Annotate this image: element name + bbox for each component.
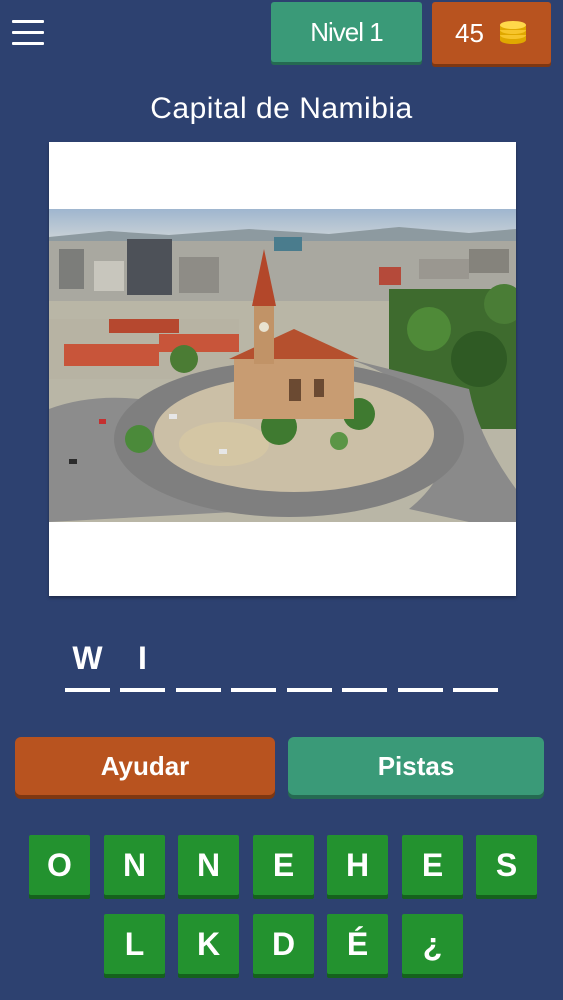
answer-slot (65, 688, 110, 692)
hamburger-menu-icon (12, 20, 44, 23)
answer-slot (287, 688, 332, 692)
answer-slot-letter[interactable]: I (120, 640, 165, 677)
coins-stack-icon (499, 21, 526, 44)
answer-slot (342, 688, 387, 692)
coins-badge[interactable]: 45 (432, 2, 551, 64)
coins-count: 45 (455, 17, 484, 48)
letter-key[interactable]: S (476, 835, 537, 895)
help-button[interactable]: Ayudar (15, 737, 275, 795)
answer-slot-letter[interactable]: W (65, 640, 110, 677)
letter-key[interactable]: K (178, 914, 239, 974)
answer-slot (176, 688, 221, 692)
level-label: Nivel 1 (310, 16, 383, 47)
question-title: Capital de Namibia (150, 92, 413, 125)
question-image-frame (49, 142, 516, 596)
hints-button[interactable]: Pistas (288, 737, 544, 795)
level-badge: Nivel 1 (271, 2, 422, 62)
letter-key[interactable]: N (104, 835, 165, 895)
answer-slot (120, 688, 165, 692)
letter-key[interactable]: D (253, 914, 314, 974)
answer-slot (453, 688, 498, 692)
windhoek-city-photo (49, 209, 516, 522)
letter-key[interactable]: E (402, 835, 463, 895)
answer-slot (398, 688, 443, 692)
letter-key[interactable]: L (104, 914, 165, 974)
letter-key[interactable]: O (29, 835, 90, 895)
letter-key[interactable]: ¿ (402, 914, 463, 974)
menu-button[interactable] (12, 20, 44, 46)
letter-key[interactable]: E (253, 835, 314, 895)
letter-key[interactable]: É (327, 914, 388, 974)
letter-key[interactable]: N (178, 835, 239, 895)
letter-key[interactable]: H (327, 835, 388, 895)
answer-slot (231, 688, 276, 692)
